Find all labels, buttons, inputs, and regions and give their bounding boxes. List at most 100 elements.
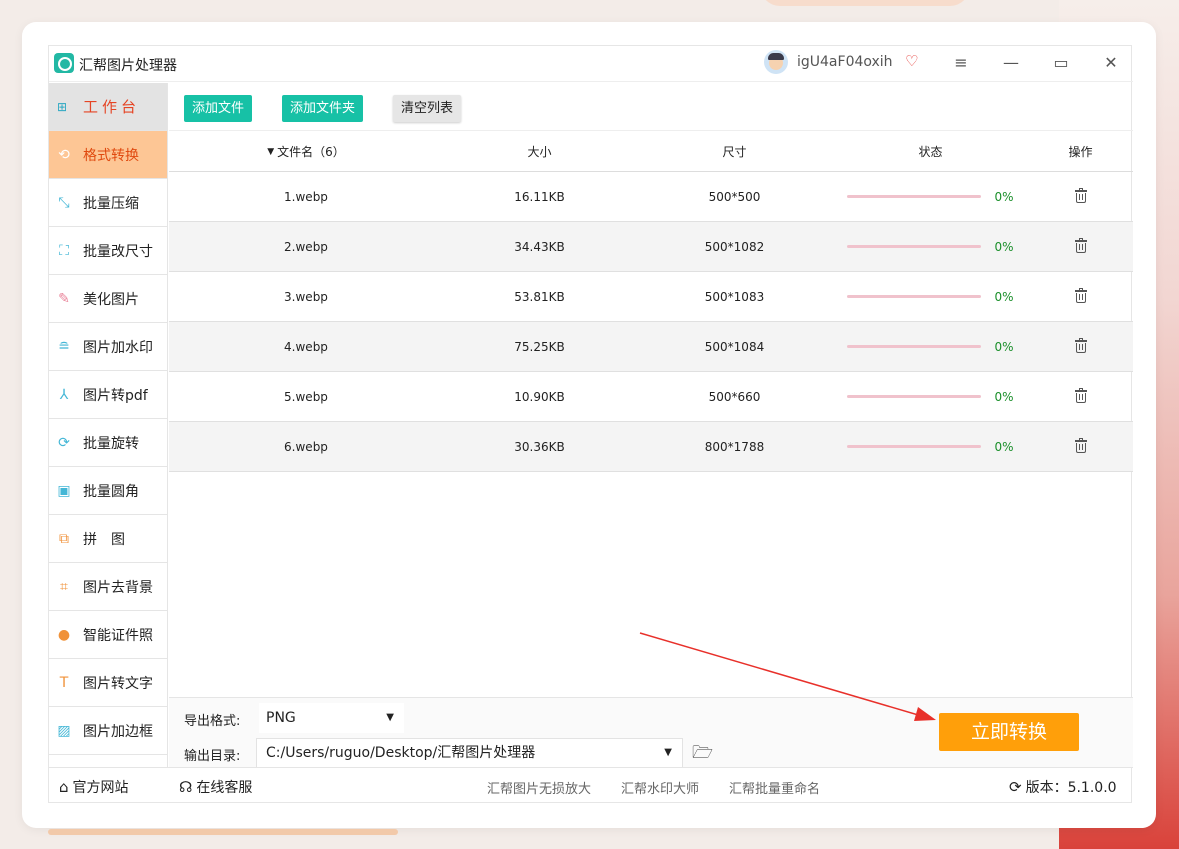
maximize-icon[interactable]: ▭ — [1049, 52, 1073, 74]
file-size: 16.11KB — [514, 189, 565, 204]
table-row[interactable]: 5.webp 10.90KB 500*660 0% — [169, 372, 1133, 422]
promo-link-rename[interactable]: 汇帮批量重命名 — [729, 778, 820, 797]
add-folder-button[interactable]: 添加文件夹 — [282, 95, 364, 122]
progress-percent: 0% — [994, 289, 1014, 304]
output-dir-select[interactable]: C:/Users/ruguo/Desktop/汇帮图片处理器 ▼ — [256, 738, 683, 768]
sidebar-item-label: 智能证件照 — [83, 627, 153, 644]
background-shape — [760, 0, 970, 6]
refresh-icon: ⟳ — [1009, 778, 1022, 796]
convert-now-button[interactable]: 立即转换 — [939, 713, 1079, 751]
crop-icon: ⌗ — [60, 578, 68, 595]
header-operation: 操作 — [1068, 145, 1093, 159]
sidebar-item-watermark[interactable]: ≘ 图片加水印 — [49, 323, 167, 371]
sidebar-item-round-corner[interactable]: ▣ 批量圆角 — [49, 467, 167, 515]
online-service-link[interactable]: ☊ 在线客服 — [179, 777, 252, 797]
minimize-icon[interactable]: — — [999, 52, 1023, 74]
app-title: 汇帮图片处理器 — [79, 58, 177, 74]
home-icon: ⌂ — [59, 778, 69, 796]
header-name[interactable]: ▼ 文件名（6） — [169, 132, 443, 171]
status-cell: 0% — [833, 372, 1028, 421]
file-size: 34.43KB — [514, 239, 565, 254]
sidebar-item-label: 批量压缩 — [83, 195, 139, 212]
trash-icon — [1074, 288, 1087, 303]
file-dimensions: 500*1084 — [704, 339, 765, 354]
watermark-icon: ≘ — [58, 338, 70, 355]
table-row[interactable]: 6.webp 30.36KB 800*1788 0% — [169, 422, 1133, 472]
sidebar-item-format-convert[interactable]: ⟲ 格式转换 — [49, 131, 167, 179]
progress-bar — [846, 345, 981, 348]
sidebar-item-remove-bg[interactable]: ⌗ 图片去背景 — [49, 563, 167, 611]
vip-diamond-icon[interactable]: ♡ — [905, 52, 923, 70]
close-icon[interactable]: ✕ — [1099, 52, 1123, 74]
progress-percent: 0% — [994, 189, 1014, 204]
status-cell: 0% — [833, 272, 1028, 321]
file-name: 3.webp — [284, 289, 328, 304]
collage-icon: ⧉ — [59, 530, 69, 547]
official-site-link[interactable]: ⌂ 官方网站 — [59, 777, 129, 797]
sidebar-item-workbench[interactable]: ⊞ 工作台 — [49, 83, 167, 131]
sidebar-item-id-photo[interactable]: ● 智能证件照 — [49, 611, 167, 659]
file-size: 53.81KB — [514, 289, 565, 304]
file-dimensions: 500*660 — [708, 389, 761, 404]
sidebar-item-label: 图片去背景 — [83, 579, 153, 596]
file-size: 10.90KB — [514, 389, 565, 404]
progress-percent: 0% — [994, 239, 1014, 254]
sidebar-item-frame[interactable]: ▨ 图片加边框 — [49, 707, 167, 755]
progress-bar — [846, 245, 981, 248]
table-row[interactable]: 2.webp 34.43KB 500*1082 0% — [169, 222, 1133, 272]
header-dimensions: 尺寸 — [722, 145, 747, 159]
sidebar-item-label: 拼 图 — [83, 531, 125, 548]
sidebar-item-compress[interactable]: ⤡ 批量压缩 — [49, 179, 167, 227]
menu-icon[interactable]: ≡ — [949, 52, 973, 74]
delete-button[interactable] — [1028, 322, 1133, 371]
sidebar-item-collage[interactable]: ⧉ 拼 图 — [49, 515, 167, 563]
trash-icon — [1074, 438, 1087, 453]
sidebar-item-label: 图片转pdf — [83, 387, 148, 404]
progress-bar — [846, 395, 981, 398]
header-size: 大小 — [527, 145, 552, 159]
sidebar-item-resize[interactable]: ⛶ 批量改尺寸 — [49, 227, 167, 275]
trash-icon — [1074, 238, 1087, 253]
table-row[interactable]: 4.webp 75.25KB 500*1084 0% — [169, 322, 1133, 372]
clear-list-button[interactable]: 清空列表 — [393, 95, 462, 122]
table-row[interactable]: 3.webp 53.81KB 500*1083 0% — [169, 272, 1133, 322]
delete-button[interactable] — [1028, 272, 1133, 321]
sidebar-item-rotate[interactable]: ⟳ 批量旋转 — [49, 419, 167, 467]
app-window: 汇帮图片处理器 igU4aF04oxih ♡ ≡ — ▭ ✕ ⊞ 工作台 ⟲ 格… — [48, 45, 1133, 803]
footer: ⌂ 官方网站 ☊ 在线客服 汇帮图片无损放大 汇帮水印大师 汇帮批量重命名 ⟳ 版本：… — [49, 767, 1133, 803]
format-select[interactable]: PNG ▼ — [259, 703, 404, 733]
avatar[interactable] — [764, 50, 788, 74]
table-row[interactable]: 1.webp 16.11KB 500*500 0% — [169, 172, 1133, 222]
promo-link-upscale[interactable]: 汇帮图片无损放大 — [487, 778, 591, 797]
delete-button[interactable] — [1028, 422, 1133, 471]
version-info[interactable]: ⟳ 版本：5.1.0.0 — [1009, 777, 1117, 797]
round-corner-icon: ▣ — [57, 482, 71, 499]
dir-label: 输出目录: — [184, 749, 241, 764]
sidebar: ⊞ 工作台 ⟲ 格式转换 ⤡ 批量压缩 ⛶ 批量改尺寸 ✎ 美化图片 ≘ 图片加… — [49, 83, 168, 767]
sidebar-item-to-pdf[interactable]: ⅄ 图片转pdf — [49, 371, 167, 419]
delete-button[interactable] — [1028, 372, 1133, 421]
file-dimensions: 800*1788 — [704, 439, 765, 454]
progress-percent: 0% — [994, 339, 1014, 354]
sidebar-item-ocr[interactable]: T 图片转文字 — [49, 659, 167, 707]
format-value: PNG — [266, 710, 296, 726]
open-folder-icon[interactable]: 🗁 — [692, 740, 714, 763]
username[interactable]: igU4aF04oxih — [797, 54, 893, 70]
convert-icon: ⟲ — [58, 146, 70, 163]
status-cell: 0% — [833, 222, 1028, 271]
chevron-down-icon: ▼ — [664, 747, 672, 758]
title-bar: 汇帮图片处理器 igU4aF04oxih ♡ ≡ — ▭ ✕ — [49, 46, 1133, 82]
trash-icon — [1074, 188, 1087, 203]
add-file-button[interactable]: 添加文件 — [184, 95, 253, 122]
trash-icon — [1074, 338, 1087, 353]
file-name: 6.webp — [284, 439, 328, 454]
status-cell: 0% — [833, 422, 1028, 471]
sidebar-item-beautify[interactable]: ✎ 美化图片 — [49, 275, 167, 323]
progress-percent: 0% — [994, 439, 1014, 454]
promo-link-watermark[interactable]: 汇帮水印大师 — [621, 778, 699, 797]
delete-button[interactable] — [1028, 222, 1133, 271]
delete-button[interactable] — [1028, 172, 1133, 221]
status-cell: 0% — [833, 172, 1028, 221]
sidebar-item-label: 图片转文字 — [83, 675, 153, 692]
sidebar-item-label: 工作台 — [83, 98, 141, 116]
